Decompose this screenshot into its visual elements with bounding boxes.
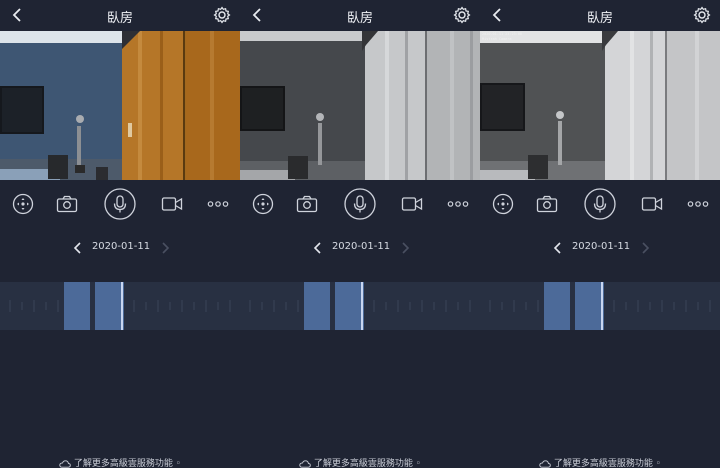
ptz-direction-icon xyxy=(252,193,274,215)
date-label: 2020-01-11 xyxy=(331,241,391,252)
camera-screen-2: 臥房 2020-01-11 了解更多高級雲服務功能 ◦ xyxy=(240,0,480,468)
camera-screen-1: 臥房 2020-01-11 了解更多高級雲服務功能 ◦ xyxy=(0,0,240,468)
timeline-track xyxy=(249,282,471,330)
talk-button[interactable] xyxy=(103,180,137,228)
ptz-direction-icon xyxy=(492,193,514,215)
microphone-icon xyxy=(344,188,376,220)
video-frame: 2020-01-11 23:25:00 Mistrah Camera xyxy=(480,31,720,180)
recorded-segment[interactable] xyxy=(575,282,604,330)
record-button[interactable] xyxy=(155,180,189,228)
gear-icon[interactable] xyxy=(213,6,231,24)
ptz-button[interactable] xyxy=(486,180,520,228)
talk-button[interactable] xyxy=(583,180,617,228)
snapshot-button[interactable] xyxy=(290,180,324,228)
video-frame xyxy=(0,31,240,180)
cloud-service-link[interactable]: 了解更多高級雲服務功能 ◦ xyxy=(480,456,720,468)
ptz-button[interactable] xyxy=(6,180,40,228)
control-bar xyxy=(480,180,720,230)
playhead[interactable] xyxy=(361,282,363,330)
video-timestamp: 2020-01-11 23:25:00 xyxy=(482,32,522,36)
record-button[interactable] xyxy=(635,180,669,228)
playback-timeline[interactable] xyxy=(0,282,240,330)
video-camera-label: Mistrah Camera xyxy=(482,37,512,41)
cloud-service-link[interactable]: 了解更多高級雲服務功能 ◦ xyxy=(240,456,480,468)
footer-dot: ◦ xyxy=(412,459,422,468)
date-selector: 2020-01-11 xyxy=(240,236,480,262)
recorded-segment[interactable] xyxy=(544,282,570,330)
snapshot-button[interactable] xyxy=(50,180,84,228)
video-camera-icon xyxy=(641,197,663,211)
footer-text: 了解更多高級雲服務功能 xyxy=(313,459,413,468)
ptz-direction-icon xyxy=(12,193,34,215)
top-bar: 臥房 xyxy=(0,0,240,31)
camera-icon xyxy=(56,195,78,213)
control-bar xyxy=(0,180,240,230)
gear-icon[interactable] xyxy=(453,6,471,24)
more-button[interactable] xyxy=(201,180,235,228)
page-title: 臥房 xyxy=(586,11,613,26)
video-frame xyxy=(240,31,480,180)
gear-icon[interactable] xyxy=(693,6,711,24)
cloud-icon xyxy=(539,459,551,468)
recorded-segment[interactable] xyxy=(304,282,330,330)
microphone-icon xyxy=(584,188,616,220)
footer-text: 了解更多高級雲服務功能 xyxy=(553,459,653,468)
more-dots-icon xyxy=(207,201,229,207)
cloud-icon xyxy=(59,459,71,468)
camera-icon xyxy=(296,195,318,213)
top-bar: 臥房 xyxy=(240,0,480,31)
page-title: 臥房 xyxy=(346,11,373,26)
top-bar: 臥房 xyxy=(480,0,720,31)
cloud-icon xyxy=(299,459,311,468)
recorded-segment[interactable] xyxy=(64,282,90,330)
video-camera-icon xyxy=(401,197,423,211)
chevron-left-icon[interactable] xyxy=(310,240,326,256)
playback-timeline[interactable] xyxy=(240,282,480,330)
more-dots-icon xyxy=(687,201,709,207)
chevron-right-icon[interactable] xyxy=(157,240,173,256)
timeline-track xyxy=(9,282,231,330)
microphone-icon xyxy=(104,188,136,220)
control-bar xyxy=(240,180,480,230)
chevron-right-icon[interactable] xyxy=(637,240,653,256)
live-video-feed[interactable] xyxy=(0,31,240,180)
date-selector: 2020-01-11 xyxy=(0,236,240,262)
talk-button[interactable] xyxy=(343,180,377,228)
live-video-feed[interactable]: 2020-01-11 23:25:00 Mistrah Camera xyxy=(480,31,720,180)
video-camera-icon xyxy=(161,197,183,211)
footer-dot: ◦ xyxy=(172,459,182,468)
date-selector: 2020-01-11 xyxy=(480,236,720,262)
snapshot-button[interactable] xyxy=(530,180,564,228)
playback-timeline[interactable] xyxy=(480,282,720,330)
chevron-right-icon[interactable] xyxy=(397,240,413,256)
cloud-service-link[interactable]: 了解更多高級雲服務功能 ◦ xyxy=(0,456,240,468)
live-video-feed[interactable] xyxy=(240,31,480,180)
recorded-segment[interactable] xyxy=(95,282,124,330)
camera-screen-3: 臥房 2020-01-11 23:25:00 Mistrah Camera 20… xyxy=(480,0,720,468)
ptz-button[interactable] xyxy=(246,180,280,228)
chevron-left-icon[interactable] xyxy=(550,240,566,256)
playhead[interactable] xyxy=(601,282,603,330)
date-label: 2020-01-11 xyxy=(571,241,631,252)
record-button[interactable] xyxy=(395,180,429,228)
playhead[interactable] xyxy=(121,282,123,330)
page-title: 臥房 xyxy=(106,11,133,26)
more-dots-icon xyxy=(447,201,469,207)
chevron-left-icon[interactable] xyxy=(70,240,86,256)
app-screens: 臥房 2020-01-11 了解更多高級雲服務功能 ◦ 臥房 2020-01-1… xyxy=(0,0,720,468)
date-label: 2020-01-11 xyxy=(91,241,151,252)
timeline-track xyxy=(489,282,711,330)
more-button[interactable] xyxy=(681,180,715,228)
camera-icon xyxy=(536,195,558,213)
footer-text: 了解更多高級雲服務功能 xyxy=(73,459,173,468)
footer-dot: ◦ xyxy=(652,459,662,468)
more-button[interactable] xyxy=(441,180,475,228)
recorded-segment[interactable] xyxy=(335,282,364,330)
